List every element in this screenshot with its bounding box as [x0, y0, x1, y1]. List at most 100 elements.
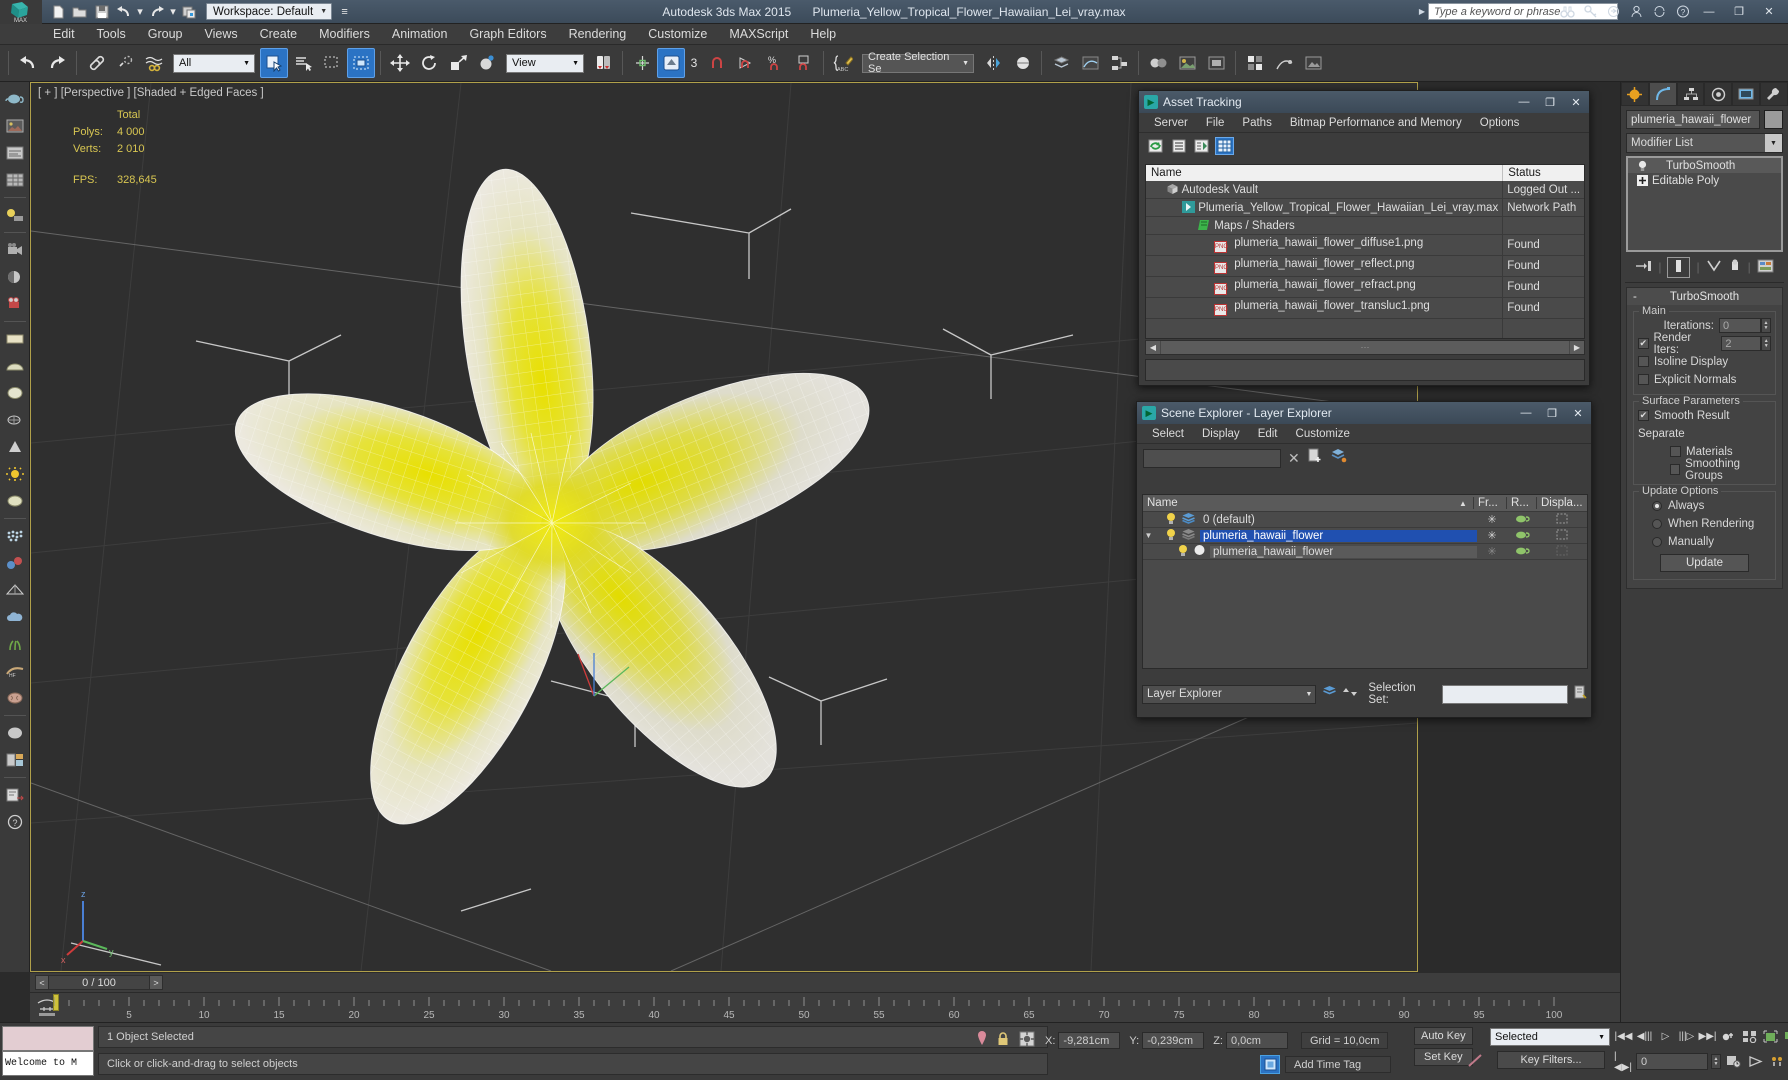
go-to-end-icon[interactable]: ▶▶|	[1698, 1028, 1717, 1045]
asset-tracking-titlebar[interactable]: ▶ Asset Tracking — ❐ ✕	[1139, 91, 1589, 113]
menu-item-rendering[interactable]: Rendering	[558, 24, 638, 45]
viewport-label[interactable]: [ + ] [Perspective ] [Shaded + Edged Fac…	[38, 87, 264, 99]
track-bar[interactable]: 5 10 15 20 25 30 35 40 45 50 55 60 65 70…	[30, 992, 1620, 1022]
select-object-icon[interactable]	[260, 48, 288, 78]
add-time-tag-button[interactable]: Add Time Tag	[1285, 1056, 1391, 1073]
render-teapot-icon[interactable]	[1507, 545, 1537, 559]
table-row[interactable]: Autodesk Vault Logged Out ...	[1146, 181, 1584, 199]
snaps-toggle-icon[interactable]	[628, 48, 656, 78]
menu-item-file[interactable]: File	[1197, 117, 1234, 129]
selection-filter-dropdown[interactable]: All ▼	[173, 53, 255, 73]
window-crossing-icon[interactable]	[347, 48, 375, 78]
modifier-stack-item-editable-poly[interactable]: Editable Poly	[1628, 173, 1781, 188]
filter-input[interactable]	[1143, 448, 1281, 468]
viewport-background-icon[interactable]	[2, 113, 28, 139]
maxscript-input-line[interactable]	[2, 1026, 94, 1051]
maximize-button[interactable]: ❐	[1539, 403, 1565, 423]
scene-explorer-tree[interactable]: Name ▲ Fr... R... Displa... 0 (default) …	[1142, 494, 1588, 669]
exchange-icon[interactable]	[1604, 2, 1623, 21]
menu-item-create[interactable]: Create	[249, 24, 309, 45]
smooth-result-checkbox[interactable]: ✔	[1638, 410, 1649, 421]
camera-icon[interactable]	[2, 237, 28, 263]
expand-collapse-icon[interactable]: ▼	[1143, 531, 1154, 540]
material-editor-icon[interactable]	[1144, 48, 1172, 78]
menu-item-help[interactable]: Help	[799, 24, 847, 45]
percent-snap-icon[interactable]: %	[761, 48, 789, 78]
update-when-rendering-row[interactable]: When Rendering	[1638, 515, 1771, 532]
help-icon[interactable]: ?	[1673, 2, 1692, 21]
teapot-icon[interactable]	[2, 86, 28, 112]
help-question-icon[interactable]: ?	[2, 809, 28, 835]
scrollbar-thumb[interactable]: ⋯	[1161, 341, 1569, 354]
modify-tab[interactable]	[1648, 82, 1677, 106]
table-row[interactable]: PNG plumeria_hawaii_flower_reflect.png F…	[1146, 255, 1584, 277]
save-file-icon[interactable]	[92, 2, 111, 21]
redo-dropdown-icon[interactable]: ▾	[169, 2, 177, 21]
update-button[interactable]: Update	[1660, 554, 1749, 572]
menu-item-customize[interactable]: Customize	[637, 24, 718, 45]
render-iters-spinner[interactable]: ▲ ▼	[1761, 336, 1771, 351]
utilities-tab[interactable]	[1760, 82, 1788, 106]
table-row[interactable]: PNG plumeria_hawaii_flower_diffuse1.png …	[1146, 234, 1584, 256]
column-header-status[interactable]: Status	[1502, 165, 1584, 181]
layer-manager-icon[interactable]	[1321, 685, 1338, 704]
angle-snap-toggle-icon[interactable]	[657, 48, 685, 78]
column-header-name[interactable]: Name	[1143, 497, 1474, 509]
layer-explorer-icon[interactable]	[1047, 48, 1075, 78]
light-bulb-icon[interactable]	[1165, 512, 1177, 528]
object-name[interactable]: plumeria_hawaii_flower	[1210, 545, 1477, 558]
update-when-rendering-radio[interactable]	[1652, 518, 1662, 529]
light-bulb-icon[interactable]	[1632, 160, 1652, 172]
particle-array-icon[interactable]	[2, 523, 28, 549]
undo-scene-icon[interactable]	[14, 48, 42, 78]
cone-primitive-icon[interactable]	[2, 434, 28, 460]
clear-filter-icon[interactable]: ✕	[1288, 450, 1300, 467]
scroll-left-icon[interactable]: ◀	[1146, 341, 1160, 354]
menu-item-graph-editors[interactable]: Graph Editors	[458, 24, 557, 45]
asset-tracking-status-field[interactable]	[1145, 359, 1585, 381]
zoom-extents-all-icon[interactable]	[1782, 1028, 1788, 1045]
pyramid-wire-icon[interactable]	[2, 577, 28, 603]
explicit-normals-checkbox[interactable]	[1638, 374, 1649, 385]
pan-view-icon[interactable]	[1746, 1053, 1765, 1070]
modifier-stack[interactable]: TurboSmooth Editable Poly	[1626, 156, 1783, 252]
redo-scene-icon[interactable]	[43, 48, 71, 78]
asset-browser-icon[interactable]	[2, 747, 28, 773]
asset-tracking-table[interactable]: Name Status Autodesk Vault Logged Out ..…	[1145, 164, 1585, 339]
column-header-freeze[interactable]: Fr...	[1474, 497, 1507, 509]
render-production-icon[interactable]	[1241, 48, 1269, 78]
maxscript-output-line[interactable]: Welcome to M	[2, 1051, 94, 1076]
undo-dropdown-icon[interactable]: ▾	[136, 2, 144, 21]
plane-primitive-icon[interactable]	[2, 326, 28, 352]
select-and-scale-icon[interactable]	[444, 48, 472, 78]
column-header-render[interactable]: R...	[1507, 497, 1537, 509]
list-view-icon[interactable]	[1169, 137, 1188, 155]
current-frame-display[interactable]: 0 / 100	[49, 975, 149, 990]
minimize-button[interactable]: —	[1696, 3, 1722, 21]
update-always-row[interactable]: Always	[1638, 497, 1771, 514]
select-and-link-icon[interactable]	[82, 48, 110, 78]
x-coordinate-input[interactable]: -9,281cm	[1058, 1032, 1121, 1049]
hierarchy-tab[interactable]	[1676, 82, 1705, 106]
selection-set-edit-icon[interactable]	[1573, 685, 1588, 704]
render-frame-icon[interactable]	[1299, 48, 1327, 78]
render-iters-checkbox[interactable]: ✔	[1638, 338, 1649, 349]
ellipse-shape-icon[interactable]	[2, 488, 28, 514]
motion-tab[interactable]	[1704, 82, 1733, 106]
plus-box-icon[interactable]	[1632, 175, 1652, 186]
scroll-right-icon[interactable]: ▶	[1570, 341, 1584, 354]
configure-modifier-sets-icon[interactable]	[1757, 259, 1774, 276]
render-setup-icon[interactable]	[1173, 48, 1201, 78]
open-file-icon[interactable]	[70, 2, 89, 21]
menu-item-tools[interactable]: Tools	[86, 24, 137, 45]
menu-item-server[interactable]: Server	[1145, 117, 1197, 129]
table-row[interactable]: Plumeria_Yellow_Tropical_Flower_Hawaiian…	[1146, 198, 1584, 217]
make-unique-icon[interactable]	[1706, 259, 1722, 276]
next-frame-button[interactable]: >	[149, 975, 163, 990]
align-icon[interactable]	[1008, 48, 1036, 78]
play-animation-icon[interactable]: ▷	[1656, 1028, 1675, 1045]
layer-row-default[interactable]: 0 (default) ✳	[1143, 512, 1587, 528]
select-by-name-icon[interactable]	[289, 48, 317, 78]
select-and-move-icon[interactable]	[386, 48, 414, 78]
iterations-spinner[interactable]: ▲ ▼	[1761, 318, 1771, 333]
